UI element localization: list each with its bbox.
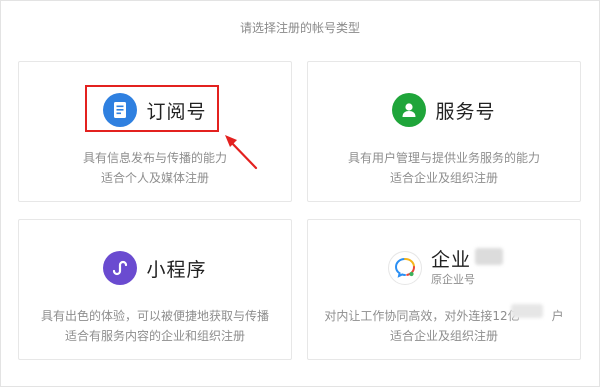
annotation-arrow-icon (225, 135, 258, 170)
card-description: 具有出色的体验，可以被便捷地获取与传播 适合有服务内容的企业和组织注册 (19, 306, 291, 346)
page-heading: 请选择注册的帐号类型 (239, 21, 360, 35)
card-title: 小程序 (146, 258, 207, 281)
card-miniprogram[interactable]: 小程序 具有出色的体验，可以被便捷地获取与传播 适合有服务内容的企业和组织注册 (18, 219, 292, 360)
redacted-blur (475, 248, 503, 265)
card-title-row: 企业 原企业号 (308, 249, 580, 287)
card-description: 具有用户管理与提供业务服务的能力 适合企业及组织注册 (308, 148, 580, 188)
card-service[interactable]: 服务号 具有用户管理与提供业务服务的能力 适合企业及组织注册 (307, 61, 581, 202)
card-title: 企业 (431, 249, 472, 271)
card-subtitle: 原企业号 (431, 273, 475, 286)
user-icon (392, 93, 427, 127)
description-line: 适合企业及组织注册 (389, 171, 498, 185)
card-title-row: 小程序 (19, 249, 291, 287)
highlight-box (85, 85, 219, 132)
card-enterprise[interactable]: 企业 原企业号 对内让工作协同高效，对外连接12亿 户 适合企业及组织注册 (307, 219, 581, 360)
description-line: 适合企业及组织注册 (389, 329, 498, 343)
miniprogram-icon (103, 251, 138, 285)
work-chat-icon (388, 251, 422, 285)
description-text: 户 (551, 309, 564, 323)
description-line: 具有出色的体验，可以被便捷地获取与传播 (40, 309, 269, 323)
description-line: 适合有服务内容的企业和组织注册 (64, 329, 245, 343)
description-line: 具有用户管理与提供业务服务的能力 (347, 151, 540, 165)
enterprise-title-group: 企业 原企业号 (431, 249, 475, 286)
card-title-row: 服务号 (308, 91, 580, 129)
redacted-blur (511, 304, 543, 318)
description-text: 对内让工作协同高效，对外连接12亿 (324, 309, 520, 323)
card-title: 服务号 (435, 100, 496, 123)
